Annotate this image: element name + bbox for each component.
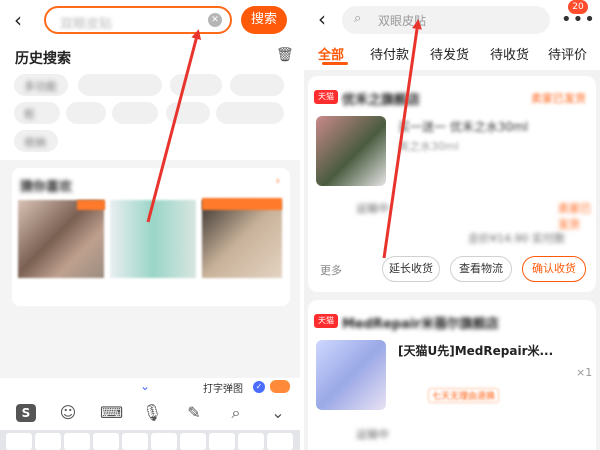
keyboard-key[interactable] — [93, 433, 119, 450]
chevron-down-icon[interactable]: ⌄ — [268, 404, 288, 422]
chevron-down-icon[interactable]: ⌄ — [140, 379, 150, 393]
back-arrow-icon[interactable]: ‹ — [318, 9, 326, 29]
confirm-receipt-button[interactable]: 确认收货 — [522, 256, 586, 282]
order-search-placeholder: 双眼皮贴 — [378, 14, 427, 28]
history-chip[interactable]: 多功能 — [14, 74, 68, 96]
shop-name[interactable]: MedRepair米蓓尔旗舰店 — [342, 313, 499, 332]
recommend-tag — [77, 200, 105, 210]
product-thumbnail[interactable] — [316, 340, 386, 410]
recommend-more-link[interactable]: › — [276, 174, 280, 187]
recommend-product-image[interactable] — [202, 200, 282, 278]
keyboard-key[interactable] — [64, 433, 90, 450]
check-icon[interactable]: ✓ — [253, 381, 265, 393]
keyboard-toolbar: S ☺ ⌨ 🎙 ✎ ⌕ ⌄ — [0, 396, 300, 430]
recommend-product-image[interactable] — [110, 200, 196, 278]
recommend-tag — [202, 198, 282, 210]
recommend-title: 猜你喜欢 — [20, 180, 73, 195]
history-chip[interactable] — [166, 102, 210, 124]
history-chip[interactable] — [230, 74, 284, 96]
right-screen: ‹ ⌕ 双眼皮贴 ••• 20 全部 待付款 待发货 待收货 待评价 天猫 优禾… — [304, 0, 600, 450]
order-card[interactable]: 天猫 MedRepair米蓓尔旗舰店 [天猫U先]MedRepair米... 七… — [308, 300, 596, 450]
search-input[interactable]: 双眼皮贴 ✕ — [44, 6, 232, 34]
search-button[interactable]: 搜索 — [241, 6, 287, 34]
keyboard-key[interactable] — [122, 433, 148, 450]
order-card[interactable]: 天猫 优禾之旗舰店 卖家已发货 买一送一 优禾之水30ml 爽之水30ml 运输… — [308, 76, 596, 292]
more-actions-link[interactable]: 更多 — [320, 262, 342, 278]
shipped-label: 卖家已发货 — [558, 202, 591, 231]
view-logistics-button[interactable]: 查看物流 — [450, 256, 512, 282]
keyboard-key[interactable] — [35, 433, 61, 450]
keyboard-key[interactable] — [6, 433, 32, 450]
cat-icon[interactable] — [270, 380, 290, 393]
keyboard-key[interactable] — [238, 433, 264, 450]
search-page-header: ‹ 双眼皮贴 ✕ 搜索 历史搜索 🗑 多功能 柜 收纳 — [0, 0, 300, 160]
product-quantity: ×1 — [576, 366, 593, 379]
history-chip[interactable] — [170, 74, 222, 96]
tmall-badge: 天猫 — [314, 314, 338, 328]
pen-icon[interactable]: ✎ — [184, 404, 204, 422]
product-thumbnail[interactable] — [316, 116, 386, 186]
recommend-card: 猜你喜欢 › — [12, 168, 290, 306]
recommend-product-image[interactable] — [18, 200, 104, 278]
tab-to-receive[interactable]: 待收货 — [490, 44, 529, 63]
keyboard-suggest-bar: ⌄ 打字弹图 ✓ — [0, 378, 300, 396]
keyboard-key[interactable] — [267, 433, 293, 450]
trash-icon[interactable]: 🗑 — [276, 47, 294, 63]
order-status: 卖家已发货 — [531, 92, 586, 105]
orders-header: ‹ ⌕ 双眼皮贴 ••• 20 全部 待付款 待发货 待收货 待评价 — [304, 0, 600, 70]
active-tab-indicator — [322, 62, 348, 65]
keyboard-key[interactable] — [151, 433, 177, 450]
tmall-badge: 天猫 — [314, 90, 338, 104]
search-icon[interactable]: ⌕ — [226, 404, 246, 422]
history-chip[interactable] — [66, 102, 106, 124]
left-screen: ‹ 双眼皮贴 ✕ 搜索 历史搜索 🗑 多功能 柜 收纳 猜你喜欢 › ⌄ 打字弹… — [0, 0, 300, 450]
logistics-status: 运输中 — [356, 428, 389, 441]
order-search-input[interactable]: ⌕ 双眼皮贴 — [342, 6, 550, 34]
product-name[interactable]: [天猫U先]MedRepair米... — [398, 342, 553, 359]
product-name[interactable]: 买一送一 优禾之水30ml — [398, 118, 528, 135]
shop-name[interactable]: 优禾之旗舰店 — [342, 89, 420, 108]
tab-all[interactable]: 全部 — [318, 44, 344, 63]
clear-icon[interactable]: ✕ — [208, 13, 222, 27]
history-chip[interactable] — [78, 74, 162, 96]
tab-to-ship[interactable]: 待发货 — [430, 44, 469, 63]
product-spec: 爽之水30ml — [398, 140, 459, 153]
emoji-icon[interactable]: ☺ — [58, 404, 78, 422]
order-summary: 总价¥14.90 实付款 — [468, 232, 565, 245]
keyboard-keys — [0, 430, 300, 450]
return-policy-tag: 七天无理由退换 — [428, 388, 500, 403]
sogou-icon[interactable]: S — [16, 404, 36, 422]
tab-to-review[interactable]: 待评价 — [548, 44, 587, 63]
keyboard-key[interactable] — [209, 433, 235, 450]
extend-receipt-button[interactable]: 延长收货 — [382, 256, 440, 282]
keyboard-icon[interactable]: ⌨ — [100, 404, 123, 422]
logistics-status: 运输中 — [356, 202, 389, 215]
tab-to-pay[interactable]: 待付款 — [370, 44, 409, 63]
keyboard-key[interactable] — [180, 433, 206, 450]
keyboard-mode-label: 打字弹图 — [203, 384, 243, 395]
microphone-icon[interactable]: 🎙 — [142, 404, 162, 422]
history-chip[interactable]: 收纳 — [14, 130, 58, 152]
message-badge: 20 — [568, 0, 588, 14]
history-title: 历史搜索 — [15, 51, 71, 67]
search-icon: ⌕ — [354, 11, 362, 26]
history-chip[interactable] — [112, 102, 158, 124]
history-chip[interactable] — [216, 102, 284, 124]
back-arrow-icon[interactable]: ‹ — [14, 10, 22, 30]
history-chip[interactable]: 柜 — [14, 102, 60, 124]
search-input-value: 双眼皮贴 — [60, 17, 113, 32]
